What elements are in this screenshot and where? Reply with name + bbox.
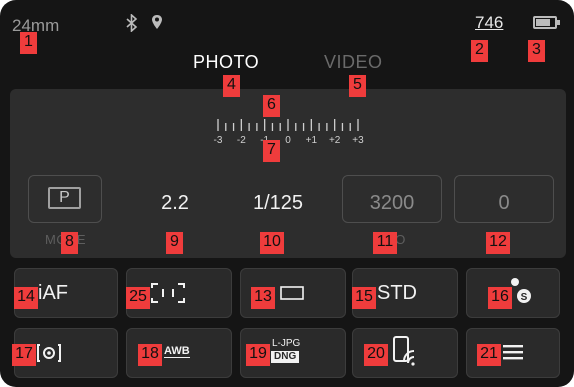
bluetooth-icon bbox=[126, 14, 138, 32]
exposure-compensation-scale[interactable]: -3-2-10+1+2+3 bbox=[208, 117, 368, 147]
callout-14: 14 bbox=[14, 287, 38, 309]
aspect-ratio-icon bbox=[280, 286, 304, 300]
metering-icon bbox=[37, 344, 61, 362]
battery-level bbox=[536, 19, 550, 26]
callout-2: 2 bbox=[471, 40, 488, 62]
callout-16: 16 bbox=[488, 287, 512, 309]
callout-3: 3 bbox=[528, 40, 545, 62]
exposure-mode-value: P bbox=[48, 187, 81, 209]
white-balance-value: AWB bbox=[164, 345, 190, 358]
callout-9: 9 bbox=[166, 232, 183, 254]
ev-tick-label: -2 bbox=[237, 135, 246, 146]
callout-4: 4 bbox=[223, 75, 240, 97]
battery-icon bbox=[533, 16, 560, 29]
callout-18: 18 bbox=[138, 344, 162, 366]
callout-25: 25 bbox=[126, 287, 150, 309]
location-icon bbox=[152, 15, 162, 29]
ev-tick-label: 0 bbox=[285, 135, 291, 146]
callout-1: 1 bbox=[20, 32, 37, 54]
ev-tick-label: +1 bbox=[306, 135, 318, 146]
callout-12: 12 bbox=[486, 232, 510, 254]
callout-7: 7 bbox=[263, 140, 280, 162]
callout-19: 19 bbox=[246, 344, 270, 366]
ev-tick-label: +2 bbox=[329, 135, 341, 146]
exposure-panel bbox=[10, 89, 566, 258]
callout-17: 17 bbox=[12, 344, 36, 366]
callout-13: 13 bbox=[251, 287, 275, 309]
tab-video[interactable]: VIDEO bbox=[324, 52, 383, 73]
exposure-compensation-value: 0 bbox=[498, 192, 510, 214]
callout-8: 8 bbox=[61, 232, 78, 254]
file-format-primary: L-JPG bbox=[272, 338, 301, 349]
aperture-value[interactable]: 2.2 bbox=[150, 192, 200, 215]
film-style-value: STD bbox=[377, 282, 417, 304]
callout-10: 10 bbox=[260, 232, 284, 254]
smartphone-wifi-icon bbox=[393, 336, 415, 366]
shutter-speed-value[interactable]: 1/125 bbox=[238, 192, 318, 215]
af-mode-value: iAF bbox=[38, 282, 68, 304]
callout-15: 15 bbox=[352, 287, 376, 309]
menu-icon bbox=[503, 345, 523, 360]
ev-tick-label: -3 bbox=[214, 135, 223, 146]
camera-screen: 24mm 746 PHOTO VIDEO -3-2-10+1+2+3 P MOD… bbox=[0, 0, 574, 387]
iso-value: 3200 bbox=[369, 192, 415, 214]
callout-21: 21 bbox=[477, 344, 501, 366]
file-format-secondary: DNG bbox=[271, 351, 300, 363]
callout-6: 6 bbox=[263, 95, 280, 117]
af-field-icon bbox=[151, 283, 185, 303]
callout-5: 5 bbox=[349, 75, 366, 97]
callout-11: 11 bbox=[373, 232, 397, 254]
callout-20: 20 bbox=[364, 344, 388, 366]
shots-remaining: 746 bbox=[475, 13, 504, 32]
tab-photo[interactable]: PHOTO bbox=[193, 52, 259, 73]
svg-text:S: S bbox=[521, 292, 528, 303]
ev-tick-label: +3 bbox=[352, 135, 364, 146]
